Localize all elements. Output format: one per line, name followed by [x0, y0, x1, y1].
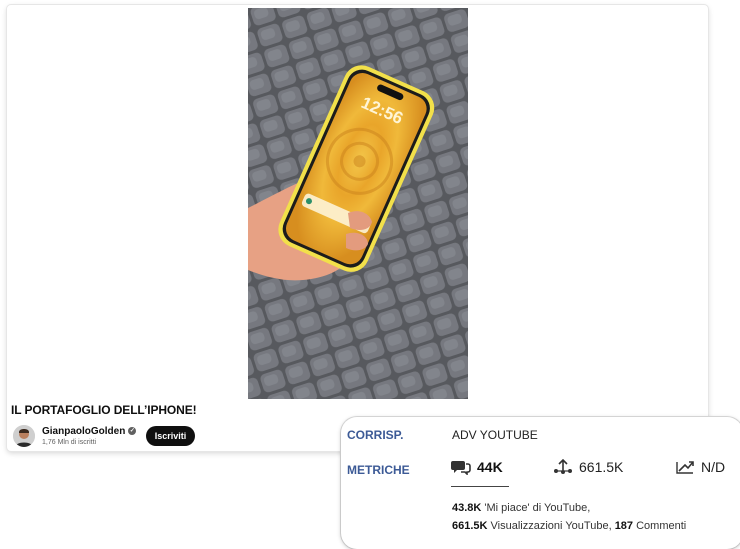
shares-icon [554, 459, 572, 474]
video-frame: 12:56 [248, 8, 468, 399]
trend-icon [676, 461, 694, 474]
info-panel: CORRISP. ADV YOUTUBE METRICHE 44K 661.5K… [341, 417, 740, 549]
detail-likes: 43.8K 'Mi piace' di YouTube, [452, 502, 590, 514]
detail-views: 661.5K Visualizzazioni YouTube, 187 Comm… [452, 520, 686, 532]
comments-icon [451, 461, 471, 475]
comments-value: 187 [614, 520, 634, 532]
views-text: Visualizzazioni YouTube, [487, 520, 615, 532]
metric-comments-value: 44K [477, 459, 503, 475]
corrisp-value: ADV YOUTUBE [452, 428, 538, 442]
metriche-label: METRICHE [347, 463, 410, 477]
active-metric-underline [451, 486, 509, 487]
subscribe-button[interactable]: Iscriviti [146, 426, 195, 446]
likes-value: 43.8K [452, 502, 482, 514]
channel-name-text[interactable]: GianpaoloGolden [42, 426, 125, 437]
subscriber-count: 1,76 Mln di iscritti [42, 439, 97, 446]
comments-text: Commenti [633, 520, 687, 532]
verified-icon: ✓ [128, 427, 137, 436]
metric-trend-value: N/D [701, 459, 726, 475]
video-card: 12:56 IL PORTAFOGLIO DELL’IPHONE! Gianpa… [7, 5, 708, 451]
channel-avatar[interactable] [13, 425, 35, 447]
likes-text: 'Mi piace' di YouTube, [481, 502, 591, 514]
video-player[interactable]: 12:56 [248, 8, 468, 399]
video-title[interactable]: IL PORTAFOGLIO DELL’IPHONE! [11, 403, 197, 417]
metric-trend[interactable]: N/D [675, 459, 725, 475]
channel-name[interactable]: GianpaoloGolden ✓ [42, 426, 137, 437]
avatar-image [13, 425, 35, 447]
metric-shares-value: 661.5K [579, 459, 624, 475]
views-value: 661.5K [452, 520, 488, 532]
metric-comments[interactable]: 44K [451, 459, 503, 475]
corrisp-label: CORRISP. [347, 428, 404, 442]
metric-shares[interactable]: 661.5K [553, 459, 623, 475]
